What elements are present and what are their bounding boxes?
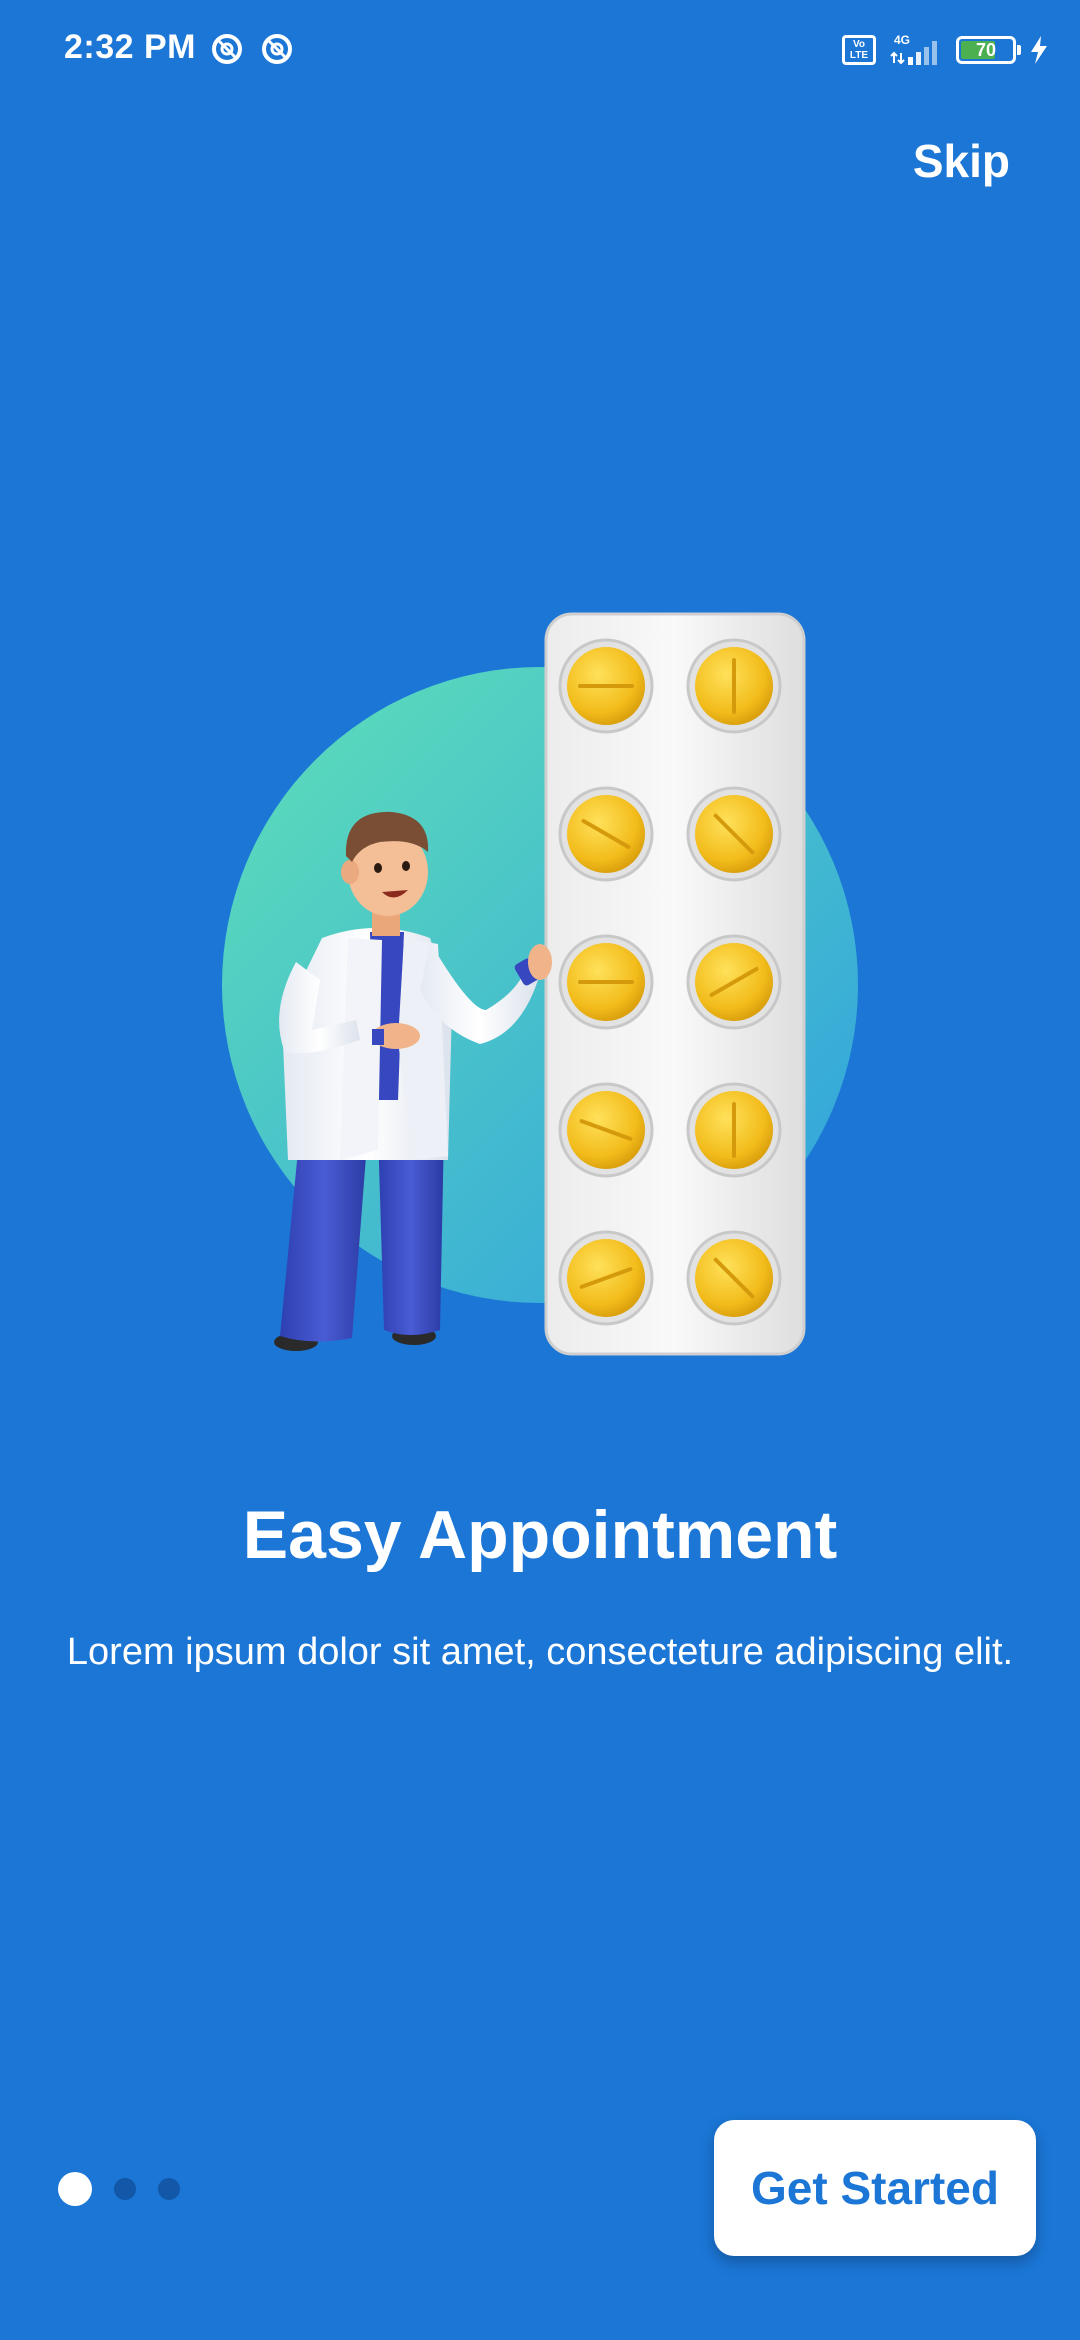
pill-icon (686, 786, 782, 882)
status-indicators: Vo LTE 4G 70 (842, 28, 1050, 72)
battery-icon: 70 (956, 36, 1021, 64)
pill-icon (686, 638, 782, 734)
pill-icon (558, 934, 654, 1030)
status-time: 2:32 PM (64, 28, 196, 66)
pill-icon (558, 638, 654, 734)
onboarding-title: Easy Appointment (242, 1497, 838, 1573)
pill-icon (558, 1230, 654, 1326)
pill-icon (558, 786, 654, 882)
battery-level: 70 (975, 40, 997, 60)
get-started-button[interactable]: Get Started (714, 2120, 1036, 2256)
pill-blister-icon (544, 612, 806, 1356)
doctor-icon (274, 811, 552, 1351)
onboarding-screen: 2:32 PM Vo LTE 4G 70 Skip Easy Appointme… (0, 0, 1080, 2340)
page-dot[interactable] (158, 2178, 180, 2200)
network-label: 4G (894, 33, 910, 47)
onboarding-description: Lorem ipsum dolor sit amet, consecteture… (66, 1631, 1014, 1673)
sync-icon (262, 34, 292, 64)
pill-icon (558, 1082, 654, 1178)
sync-icon (212, 34, 242, 64)
volte-icon: Vo LTE (842, 35, 876, 65)
charging-bolt-icon (1031, 36, 1047, 64)
status-bar: 2:32 PM Vo LTE 4G 70 (0, 0, 1080, 100)
pill-icon (686, 1082, 782, 1178)
page-dot[interactable] (114, 2178, 136, 2200)
signal-icon: 4G (890, 33, 937, 65)
page-dot-active[interactable] (58, 2172, 92, 2206)
skip-button[interactable]: Skip (913, 134, 1010, 188)
background-circle (222, 667, 858, 1303)
pill-icon (686, 1230, 782, 1326)
illustration (222, 612, 858, 1356)
page-indicator (58, 2172, 180, 2206)
pill-icon (686, 934, 782, 1030)
